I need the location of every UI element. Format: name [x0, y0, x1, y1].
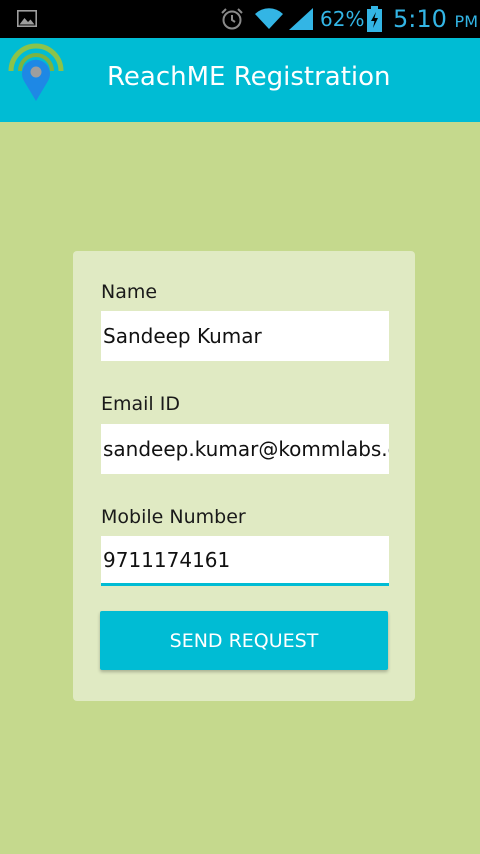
battery-percentage: 62%: [320, 7, 365, 31]
gallery-icon: [17, 10, 37, 27]
mobile-input[interactable]: [101, 536, 389, 586]
name-input[interactable]: [101, 311, 389, 361]
mobile-label: Mobile Number: [101, 506, 246, 528]
registration-card: Name Email ID Mobile Number SEND REQUEST: [73, 251, 415, 701]
status-bar: 62% 5:10 PM: [0, 0, 480, 38]
battery-charging-icon: [367, 6, 382, 32]
email-label: Email ID: [101, 393, 180, 415]
clock-time: 5:10: [393, 5, 447, 33]
signal-icon: [289, 8, 313, 30]
location-pin-logo: [8, 43, 64, 101]
clock-ampm: PM: [454, 12, 478, 31]
send-request-button[interactable]: SEND REQUEST: [100, 611, 388, 670]
app-bar: ReachME Registration: [0, 38, 480, 122]
clock: 5:10 PM: [393, 5, 478, 33]
alarm-icon: [221, 8, 243, 30]
wifi-icon: [255, 8, 283, 30]
name-label: Name: [101, 281, 158, 303]
email-input[interactable]: [101, 424, 389, 474]
app-title: ReachME Registration: [107, 62, 391, 92]
